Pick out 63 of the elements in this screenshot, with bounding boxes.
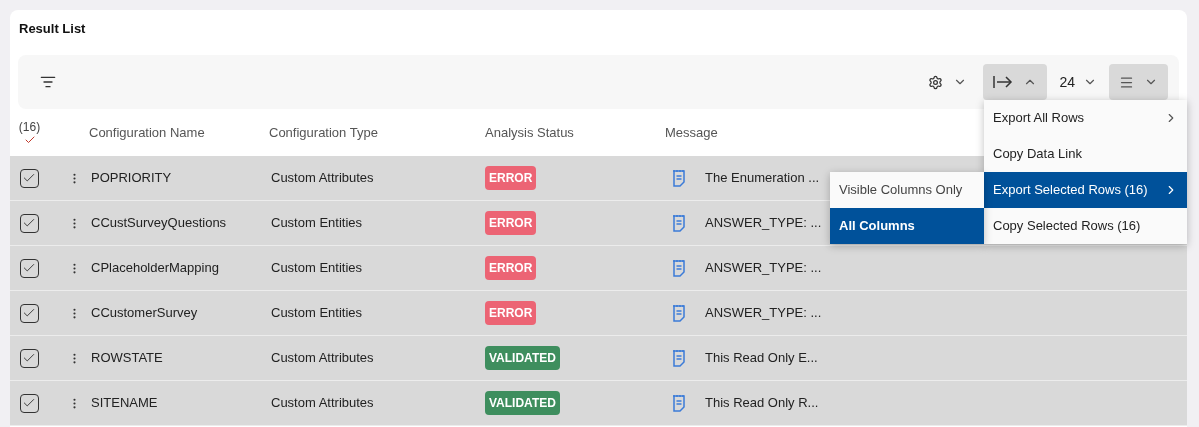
- page-size-dropdown[interactable]: 24: [1049, 64, 1107, 100]
- document-icon[interactable]: [672, 304, 686, 322]
- check-icon: [22, 306, 36, 320]
- table-cell-text: Custom Entities: [270, 259, 364, 278]
- table-cell-text: This Read Only R...: [705, 394, 819, 413]
- row-checkbox[interactable]: [19, 393, 39, 413]
- column-header[interactable]: Configuration Name: [89, 122, 269, 143]
- lines-icon: [1119, 74, 1134, 90]
- table-cell-text: Custom Attributes: [270, 169, 375, 188]
- view-button[interactable]: [1109, 64, 1168, 100]
- check-icon: [22, 351, 36, 365]
- table-cell-text: ANSWER_TYPE: ...: [705, 259, 822, 278]
- column-header[interactable]: Configuration Type: [269, 122, 485, 143]
- table-cell-text: ANSWER_TYPE: ...: [705, 214, 822, 233]
- row-checkbox[interactable]: [19, 258, 39, 278]
- menu-item[interactable]: All Columns: [830, 208, 984, 244]
- export-button[interactable]: [983, 64, 1048, 100]
- table-cell-text: ANSWER_TYPE: ...: [705, 304, 822, 323]
- table-cell-text: CPlaceholderMapping: [90, 259, 220, 278]
- row-checkbox[interactable]: [19, 303, 39, 323]
- export-arrow-icon: [993, 75, 1014, 89]
- row-checkbox[interactable]: [19, 168, 39, 188]
- check-icon: [22, 216, 36, 230]
- status-badge: ERROR: [485, 301, 537, 325]
- column-header[interactable]: Analysis Status: [485, 122, 665, 143]
- row-checkbox[interactable]: [19, 213, 39, 233]
- document-icon[interactable]: [672, 214, 686, 232]
- table-row[interactable]: CCustomerSurvey Custom Entities ERROR ANSWER_TYPE: ...: [10, 291, 1187, 336]
- table-cell-text: POPRIORITY: [90, 169, 173, 188]
- table-cell-text: ROWSTATE: [90, 349, 164, 368]
- document-icon[interactable]: [672, 349, 686, 367]
- table-cell-text: Custom Attributes: [270, 349, 375, 368]
- table-row[interactable]: SITENAME Custom Attributes VALIDATED This Read Only R...: [10, 381, 1187, 426]
- check-icon: [22, 171, 36, 185]
- table-cell-text: Custom Entities: [270, 304, 364, 323]
- row-checkbox[interactable]: [19, 348, 39, 368]
- filter-icon[interactable]: [40, 74, 56, 90]
- table-cell-text: This Read Only E...: [705, 349, 818, 368]
- document-icon[interactable]: [672, 259, 686, 277]
- status-badge: VALIDATED: [485, 346, 560, 370]
- table-cell-text: SITENAME: [90, 394, 159, 413]
- document-icon[interactable]: [672, 169, 686, 187]
- table-cell-text: CCustSurveyQuestions: [90, 214, 228, 233]
- status-badge: ERROR: [485, 256, 537, 280]
- status-badge: ERROR: [485, 211, 537, 235]
- status-badge: VALIDATED: [485, 391, 560, 415]
- table-row[interactable]: ROWSTATE Custom Attributes VALIDATED This Read Only E...: [10, 336, 1187, 381]
- column-header[interactable]: Message: [665, 122, 718, 143]
- menu-item[interactable]: Export All Rows: [984, 100, 1187, 136]
- table-row[interactable]: CPlaceholderMapping Custom Entities ERROR ANSWER_TYPE: ...: [10, 246, 1187, 291]
- table-cell-text: The Enumeration ...: [705, 169, 820, 188]
- table-cell-text: Custom Entities: [270, 214, 364, 233]
- settings-icon: [928, 74, 944, 90]
- document-icon[interactable]: [672, 394, 686, 412]
- menu-item[interactable]: Copy Selected Rows (16): [984, 208, 1187, 244]
- check-icon: [22, 261, 36, 275]
- card-title: Result List: [18, 20, 87, 38]
- selected-count: (16): [18, 119, 41, 134]
- menu-item[interactable]: Export Selected Rows (16): [984, 172, 1187, 208]
- table-cell-text: CCustomerSurvey: [90, 304, 199, 323]
- check-icon: [22, 396, 36, 410]
- table-cell-text: Custom Attributes: [270, 394, 375, 413]
- status-badge: ERROR: [485, 166, 537, 190]
